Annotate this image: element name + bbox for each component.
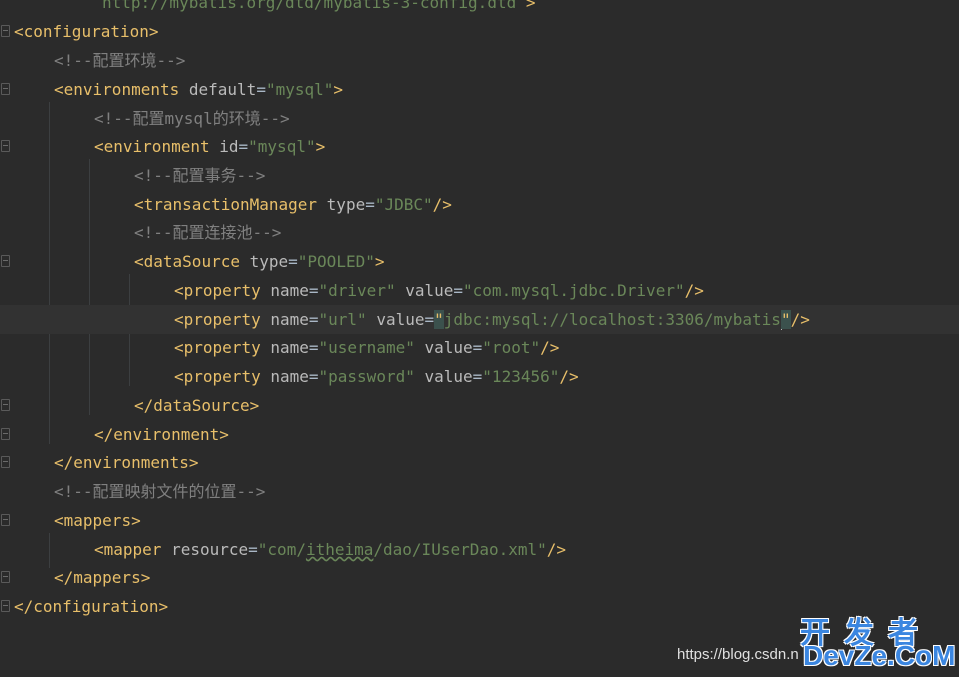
matched-quote: ": [434, 310, 444, 329]
comment: <!--配置连接池-->: [134, 223, 282, 242]
tag-name: environment: [103, 137, 210, 156]
tag-name: property: [183, 338, 261, 357]
code-line[interactable]: </environment>: [94, 420, 229, 449]
attribute-name: name: [270, 281, 309, 300]
code-line[interactable]: <dataSource type="POOLED">: [134, 247, 384, 276]
code-line[interactable]: </configuration>: [14, 592, 168, 621]
attribute-name: id: [219, 137, 239, 156]
attribute-value: "com/itheima/dao/IUserDao.xml": [257, 540, 547, 559]
attribute-value: "mysql": [248, 137, 316, 156]
tag-name: mapper: [103, 540, 162, 559]
tag-name: property: [183, 367, 261, 386]
watermark-url: https://blog.csdn.n: [677, 646, 799, 663]
code-line[interactable]: <environments default="mysql">: [54, 75, 343, 104]
current-code-line[interactable]: <property name="url" value="jdbc:mysql:/…: [0, 305, 959, 334]
tag-name: environments: [73, 453, 189, 472]
tag-name: environments: [63, 80, 180, 99]
code-line[interactable]: </mappers>: [54, 563, 150, 592]
tag-bracket: >: [525, 0, 536, 12]
indent-guide: [49, 102, 50, 444]
indent-guide: [89, 159, 90, 415]
code-line[interactable]: http://mybatis.org/dtd/mybatis-3-config.…: [102, 0, 536, 17]
fold-icon[interactable]: [1, 25, 10, 37]
attribute-name: default: [188, 80, 257, 99]
code-line[interactable]: <!--配置映射文件的位置-->: [54, 477, 265, 506]
comment: <!--配置环境-->: [54, 51, 186, 70]
fold-icon[interactable]: [1, 428, 10, 440]
attribute-name: type: [249, 252, 289, 271]
attribute-value: "root": [482, 338, 541, 357]
tag-name: transactionManager: [143, 195, 318, 214]
fold-icon[interactable]: [1, 140, 10, 152]
attribute-name: name: [270, 367, 309, 386]
code-line[interactable]: <property name="driver" value="com.mysql…: [174, 276, 704, 305]
fold-icon[interactable]: [1, 571, 10, 583]
attribute-value: "com.mysql.jdbc.Driver": [463, 281, 685, 300]
matched-quote: ": [780, 310, 791, 329]
attribute-value: "username": [318, 338, 415, 357]
tag-name: property: [183, 310, 261, 329]
attribute-name: resource: [171, 540, 249, 559]
comment: <!--配置mysql的环境-->: [94, 109, 290, 128]
code-line[interactable]: <mapper resource="com/itheima/dao/IUserD…: [94, 535, 566, 564]
code-line[interactable]: <configuration>: [14, 17, 159, 46]
fold-icon[interactable]: [1, 399, 10, 411]
code-line[interactable]: <property name="password" value="123456"…: [174, 362, 579, 391]
attribute-value: jdbc:mysql://localhost:3306/mybatis: [443, 310, 781, 329]
attribute-name: value: [424, 367, 473, 386]
attribute-name: value: [376, 310, 425, 329]
attribute-name: type: [326, 195, 366, 214]
code-line[interactable]: <mappers>: [54, 506, 141, 535]
code-line[interactable]: <property name="username" value="root"/>: [174, 333, 559, 362]
code-line[interactable]: </dataSource>: [134, 391, 259, 420]
code-line[interactable]: <transactionManager type="JDBC"/>: [134, 190, 452, 219]
attribute-name: name: [270, 310, 309, 329]
tag-name: mappers: [73, 568, 141, 587]
attribute-value: "mysql": [265, 80, 334, 99]
attribute-value: "JDBC": [374, 195, 433, 214]
fold-icon[interactable]: [1, 255, 10, 267]
code-line[interactable]: <!--配置mysql的环境-->: [94, 104, 290, 133]
comment: <!--配置映射文件的位置-->: [54, 482, 266, 501]
code-editor[interactable]: http://mybatis.org/dtd/mybatis-3-config.…: [0, 0, 959, 677]
code-line[interactable]: <!--配置事务-->: [134, 161, 265, 190]
watermark-logo: DevZe.CoM: [803, 640, 956, 671]
attribute-value: "POOLED": [297, 252, 375, 271]
indent-guide: [49, 533, 50, 568]
tag-name: dataSource: [143, 252, 240, 271]
fold-icon[interactable]: [1, 83, 10, 95]
attribute-value: "driver": [318, 281, 396, 300]
tag-open: <configuration>: [14, 22, 159, 41]
code-line[interactable]: </environments>: [54, 448, 199, 477]
tag-name: property: [183, 281, 261, 300]
attribute-value: "123456": [482, 367, 560, 386]
attribute-value: "password": [318, 367, 415, 386]
fold-icon[interactable]: [1, 514, 10, 526]
attribute-value: "url": [318, 310, 367, 329]
code-line[interactable]: <!--配置连接池-->: [134, 218, 281, 247]
comment: <!--配置事务-->: [134, 166, 266, 185]
code-line[interactable]: <environment id="mysql">: [94, 132, 325, 161]
code-line[interactable]: <!--配置环境-->: [54, 46, 185, 75]
fold-icon[interactable]: [1, 456, 10, 468]
tag-name: environment: [113, 425, 220, 444]
tag-name: dataSource: [153, 396, 250, 415]
dtd-url: http://mybatis.org/dtd/mybatis-3-config.…: [102, 0, 517, 12]
tag-name: mappers: [63, 511, 132, 530]
tag-name: configuration: [33, 597, 159, 616]
attribute-name: name: [270, 338, 309, 357]
fold-icon[interactable]: [1, 600, 10, 612]
attribute-name: value: [405, 281, 454, 300]
attribute-name: value: [424, 338, 473, 357]
